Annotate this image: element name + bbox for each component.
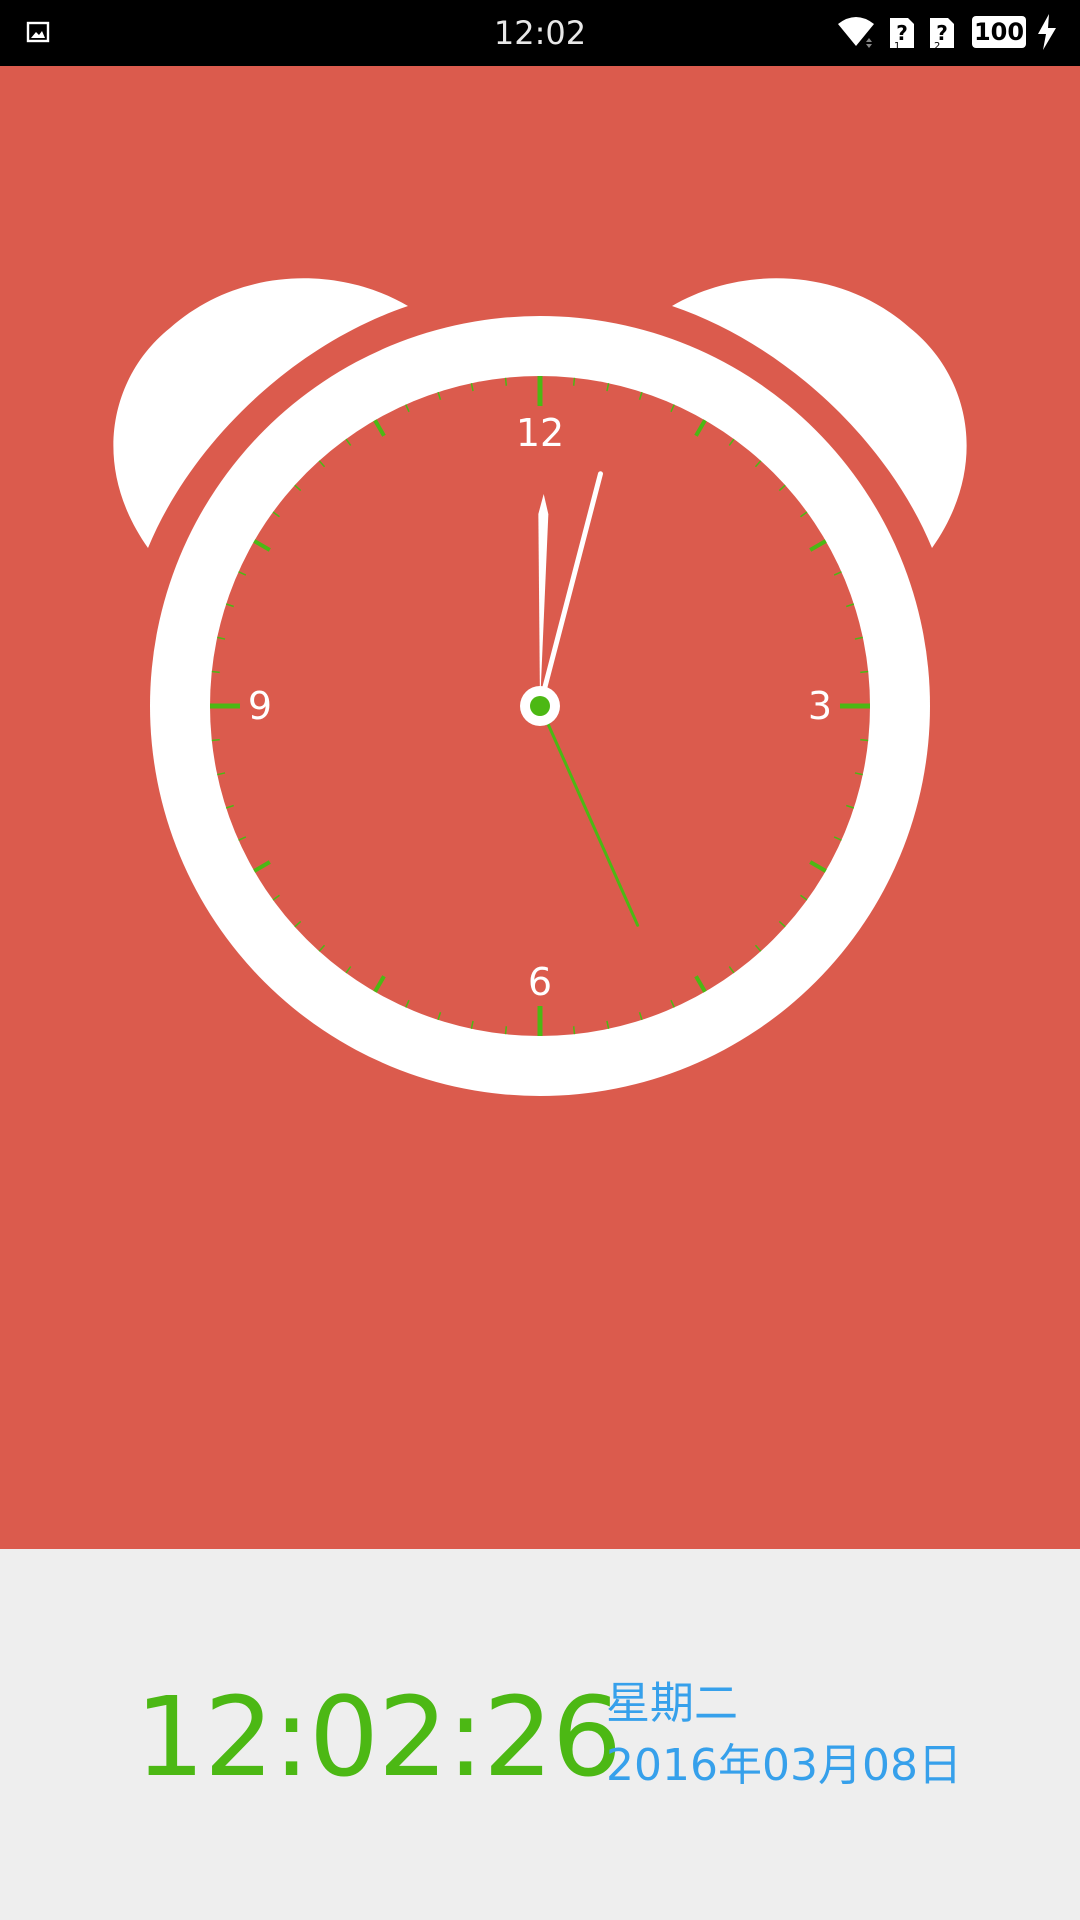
- clock-tick: [860, 670, 869, 674]
- clock-tick: [572, 1026, 576, 1035]
- clock-tick: [572, 377, 576, 386]
- numeral-12: 12: [516, 411, 564, 455]
- sim2-unknown-icon: ? 2: [930, 18, 954, 50]
- center-dot: [530, 696, 550, 716]
- wifi-icon: [838, 17, 874, 48]
- clock-tick: [860, 738, 869, 742]
- clock-tick: [211, 670, 220, 674]
- svg-text:2: 2: [934, 41, 940, 50]
- battery-level: 100: [973, 18, 1025, 46]
- svg-text:1: 1: [894, 41, 900, 50]
- weekday-label: 星期二: [606, 1678, 738, 1729]
- clock-tick: [504, 377, 508, 386]
- clock-tick: [211, 738, 220, 742]
- status-bar: 12:02 ? 1 ? 2 100: [0, 0, 1080, 66]
- battery-icon: 100: [972, 16, 1026, 48]
- alarm-clock-face: 12 3 6 9: [113, 278, 967, 1096]
- numeral-3: 3: [808, 684, 832, 728]
- date-label: 2016年03月08日: [606, 1740, 962, 1791]
- charging-icon: [1038, 14, 1056, 50]
- digital-time: 12:02:26: [135, 1673, 622, 1801]
- numeral-9: 9: [248, 684, 272, 728]
- sim1-unknown-icon: ? 1: [890, 18, 914, 50]
- analog-clock-panel: 12 3 6 9: [0, 66, 1080, 1549]
- clock-tick: [504, 1026, 508, 1035]
- status-time: 12:02: [493, 14, 587, 52]
- numeral-6: 6: [528, 960, 552, 1004]
